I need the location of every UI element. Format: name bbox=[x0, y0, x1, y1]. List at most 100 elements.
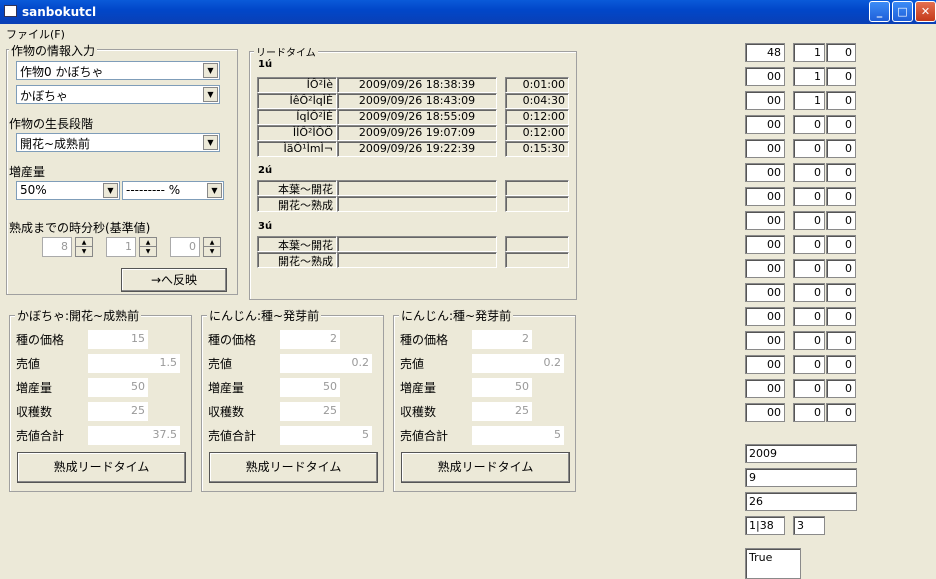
minute-input[interactable]: 1 bbox=[106, 237, 136, 257]
sell-price-field[interactable]: 0.2 bbox=[280, 354, 372, 373]
grid-cell[interactable]: 0 bbox=[793, 115, 825, 134]
grid-cell[interactable]: 0 bbox=[793, 211, 825, 230]
chevron-down-icon[interactable]: ▼ bbox=[203, 63, 218, 78]
menu-file[interactable]: ファイル(F) bbox=[6, 26, 65, 42]
grid-cell[interactable]: 0 bbox=[793, 379, 825, 398]
grid-cell[interactable]: 0 bbox=[793, 139, 825, 158]
grid-cell[interactable]: 00 bbox=[745, 211, 785, 230]
increase-field[interactable]: 50 bbox=[88, 378, 148, 397]
minute-spinner[interactable]: ▲ ▼ bbox=[139, 237, 157, 257]
down-arrow-icon[interactable]: ▼ bbox=[76, 247, 92, 256]
harvest-count-field[interactable]: 25 bbox=[88, 402, 148, 421]
crop-combo[interactable]: 作物0 かぼちゃ ▼ bbox=[16, 61, 220, 80]
grid-cell[interactable]: 0 bbox=[826, 163, 856, 182]
increase-field[interactable]: 50 bbox=[280, 378, 340, 397]
month-field[interactable]: 9 bbox=[745, 468, 857, 487]
up-arrow-icon[interactable]: ▲ bbox=[140, 238, 156, 247]
hour-input[interactable]: 8 bbox=[42, 237, 72, 257]
second-input[interactable]: 0 bbox=[170, 237, 200, 257]
grid-cell[interactable]: 00 bbox=[745, 67, 785, 86]
grid-cell[interactable]: 0 bbox=[826, 379, 856, 398]
chevron-down-icon[interactable]: ▼ bbox=[103, 183, 118, 198]
grid-cell[interactable]: 0 bbox=[793, 355, 825, 374]
grid-cell[interactable]: 00 bbox=[745, 403, 785, 422]
seed-price-field[interactable]: 15 bbox=[88, 330, 148, 349]
grid-cell[interactable]: 0 bbox=[826, 211, 856, 230]
grid-cell[interactable]: 48 bbox=[745, 43, 785, 62]
grid-cell[interactable]: 00 bbox=[745, 163, 785, 182]
grid-cell[interactable]: 0 bbox=[826, 187, 856, 206]
year-field[interactable]: 2009 bbox=[745, 444, 857, 463]
increase-field[interactable]: 50 bbox=[472, 378, 532, 397]
grid-cell[interactable]: 0 bbox=[826, 91, 856, 110]
mature-lead-time-button[interactable]: 熟成リードタイム bbox=[209, 452, 378, 483]
grid-cell[interactable]: 00 bbox=[745, 355, 785, 374]
grid-cell[interactable]: 1 bbox=[793, 43, 825, 62]
chevron-down-icon[interactable]: ▼ bbox=[203, 135, 218, 150]
grid-cell[interactable]: 0 bbox=[793, 163, 825, 182]
apply-button[interactable]: →へ反映 bbox=[121, 268, 227, 292]
down-arrow-icon[interactable]: ▼ bbox=[204, 247, 220, 256]
grid-cell[interactable]: 0 bbox=[793, 187, 825, 206]
grid-cell[interactable]: 0 bbox=[826, 139, 856, 158]
up-arrow-icon[interactable]: ▲ bbox=[76, 238, 92, 247]
grid-cell[interactable]: 0 bbox=[826, 355, 856, 374]
minimize-button[interactable]: _ bbox=[869, 1, 890, 22]
grid-cell[interactable]: 0 bbox=[793, 235, 825, 254]
down-arrow-icon[interactable]: ▼ bbox=[140, 247, 156, 256]
grid-cell[interactable]: 0 bbox=[793, 403, 825, 422]
total-price-field[interactable]: 5 bbox=[472, 426, 564, 445]
grid-cell[interactable]: 0 bbox=[793, 331, 825, 350]
grid-cell[interactable]: 00 bbox=[745, 235, 785, 254]
variety-combo[interactable]: かぼちゃ ▼ bbox=[16, 85, 220, 104]
grid-cell[interactable]: 0 bbox=[793, 259, 825, 278]
mature-lead-time-button[interactable]: 熟成リードタイム bbox=[17, 452, 186, 483]
day-field[interactable]: 26 bbox=[745, 492, 857, 511]
up-arrow-icon[interactable]: ▲ bbox=[204, 238, 220, 247]
grid-cell[interactable]: 0 bbox=[826, 259, 856, 278]
grid-cell[interactable]: 00 bbox=[745, 91, 785, 110]
grid-cell[interactable]: 1 bbox=[793, 91, 825, 110]
grid-cell[interactable]: 0 bbox=[826, 67, 856, 86]
grid-cell[interactable]: 0 bbox=[826, 331, 856, 350]
grid-cell[interactable]: 0 bbox=[793, 307, 825, 326]
chevron-down-icon[interactable]: ▼ bbox=[207, 183, 222, 198]
grid-cell[interactable]: 00 bbox=[745, 139, 785, 158]
lead-row-duration bbox=[505, 236, 569, 252]
hour-spinner[interactable]: ▲ ▼ bbox=[75, 237, 93, 257]
harvest-count-field[interactable]: 25 bbox=[472, 402, 532, 421]
stage-combo[interactable]: 開花~成熟前 ▼ bbox=[16, 133, 220, 152]
second-spinner[interactable]: ▲ ▼ bbox=[203, 237, 221, 257]
sell-price-field[interactable]: 0.2 bbox=[472, 354, 564, 373]
total-price-field[interactable]: 37.5 bbox=[88, 426, 180, 445]
maximize-button[interactable]: □ bbox=[892, 1, 913, 22]
grid-cell[interactable]: 0 bbox=[826, 283, 856, 302]
grid-cell[interactable]: 00 bbox=[745, 115, 785, 134]
mature-lead-time-button[interactable]: 熟成リードタイム bbox=[401, 452, 570, 483]
increase-combo-2[interactable]: --------- % ▼ bbox=[122, 181, 224, 200]
grid-cell[interactable]: 00 bbox=[745, 187, 785, 206]
grid-cell[interactable]: 00 bbox=[745, 379, 785, 398]
grid-cell[interactable]: 1 bbox=[793, 67, 825, 86]
total-price-field[interactable]: 5 bbox=[280, 426, 372, 445]
harvest-count-field[interactable]: 25 bbox=[280, 402, 340, 421]
close-button[interactable]: ✕ bbox=[915, 1, 936, 22]
value-field-2[interactable]: 3 bbox=[793, 516, 825, 535]
grid-cell[interactable]: 00 bbox=[745, 259, 785, 278]
chevron-down-icon[interactable]: ▼ bbox=[203, 87, 218, 102]
value-field-1[interactable]: 1|38 bbox=[745, 516, 785, 535]
increase-combo[interactable]: 50% ▼ bbox=[16, 181, 120, 200]
seed-price-field[interactable]: 2 bbox=[280, 330, 340, 349]
bool-field[interactable]: True bbox=[745, 548, 801, 579]
grid-cell[interactable]: 0 bbox=[793, 283, 825, 302]
grid-cell[interactable]: 0 bbox=[826, 43, 856, 62]
grid-cell[interactable]: 0 bbox=[826, 235, 856, 254]
grid-cell[interactable]: 00 bbox=[745, 331, 785, 350]
grid-cell[interactable]: 0 bbox=[826, 115, 856, 134]
seed-price-field[interactable]: 2 bbox=[472, 330, 532, 349]
grid-cell[interactable]: 00 bbox=[745, 307, 785, 326]
sell-price-field[interactable]: 1.5 bbox=[88, 354, 180, 373]
grid-cell[interactable]: 0 bbox=[826, 403, 856, 422]
grid-cell[interactable]: 0 bbox=[826, 307, 856, 326]
grid-cell[interactable]: 00 bbox=[745, 283, 785, 302]
